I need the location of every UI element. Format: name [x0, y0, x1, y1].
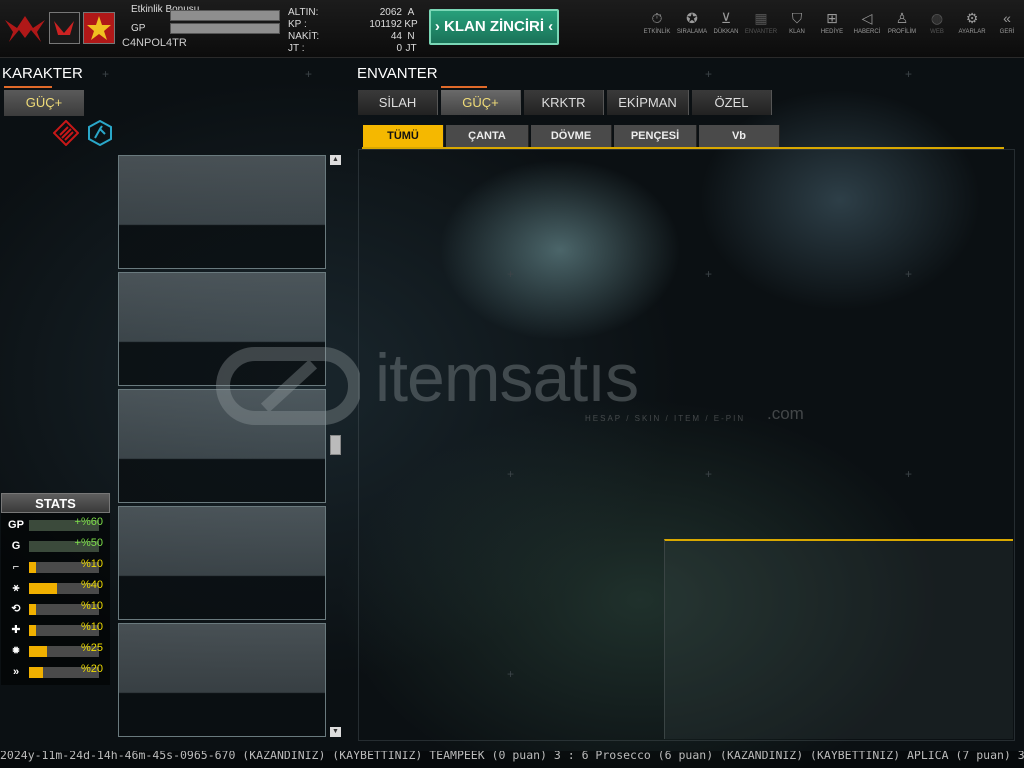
- shield-icon: ⛉: [791, 10, 803, 26]
- tab-power[interactable]: GÜÇ+: [441, 90, 521, 115]
- tab-character[interactable]: KRKTR: [524, 90, 604, 115]
- match-ticker: 2024y-11m-24d-14h-46m-45s-0965-670 (KAZA…: [0, 751, 1024, 768]
- stat-health: ✚ %10: [5, 622, 105, 638]
- game-logo: [3, 12, 47, 44]
- profile-icon: ♙: [895, 10, 909, 26]
- stat-explosive: ✹ %25: [5, 643, 105, 659]
- attack-skill-icon[interactable]: [52, 119, 80, 147]
- nav-profile[interactable]: ♙ PROFİLİM: [885, 10, 919, 44]
- clan-chain-button[interactable]: › KLAN ZİNCİRİ ‹: [429, 9, 559, 45]
- run-icon: ⚹: [12, 582, 20, 594]
- subtab-bag[interactable]: ÇANTA: [446, 125, 529, 147]
- globe-icon: ◍: [930, 10, 944, 26]
- currency-kp: KP :101192 KP: [288, 19, 418, 30]
- currency-gold: ALTIN: 2062 A: [288, 7, 415, 18]
- character-title: KARAKTER: [2, 65, 83, 82]
- watermark-tagline: HESAP / SKIN / ITEM / E-PIN: [585, 414, 746, 423]
- stat-dash: » %20: [5, 664, 105, 680]
- username: C4NPOL4TR: [122, 37, 187, 49]
- grid-cross: +: [905, 67, 913, 81]
- stats-title: STATS: [1, 493, 110, 513]
- speed-icon: »: [12, 666, 20, 678]
- gift-icon: ⊞: [826, 10, 838, 26]
- tab-special[interactable]: ÖZEL: [692, 90, 772, 115]
- tab-weapon[interactable]: SİLAH: [358, 90, 438, 115]
- item-detail-panel: [664, 539, 1013, 739]
- grenade-icon: ✹: [11, 645, 21, 657]
- nav-settings[interactable]: ⚙ AYARLAR: [955, 10, 989, 44]
- watermark-logo-icon: [216, 347, 360, 425]
- gp-label: GP: [131, 23, 146, 34]
- stat-gp-bonus: GP +%60: [8, 516, 103, 531]
- scroll-down-icon[interactable]: ▼: [330, 727, 341, 737]
- tab-equipment[interactable]: EKİPMAN: [607, 90, 689, 115]
- nav-inventory[interactable]: ▦ ENVANTER: [744, 10, 778, 44]
- clan-emblem: [49, 12, 80, 44]
- stat-speed: ⚹ %40: [5, 580, 105, 596]
- reload-icon: ⟲: [11, 603, 21, 615]
- inventory-title-underline: [441, 86, 487, 88]
- watermark-brand: itemsatıs: [375, 340, 639, 416]
- currency-jt: JT :0 JT: [288, 43, 417, 54]
- nav-back[interactable]: «GERİ: [990, 10, 1024, 44]
- rank-star-icon: [83, 12, 115, 44]
- item-slot[interactable]: [118, 155, 326, 269]
- back-icon: «: [1003, 10, 1011, 26]
- subtab-etc[interactable]: Vb: [699, 125, 780, 147]
- nav-messenger[interactable]: ◁ HABERCİ: [850, 10, 884, 44]
- rifle-icon: ⌐: [12, 561, 20, 573]
- character-title-underline: [4, 86, 52, 88]
- nav-ranking[interactable]: ✪ SIRALAMA: [675, 10, 709, 44]
- nav-clan[interactable]: ⛉ KLAN: [780, 10, 814, 44]
- gp-icon: GP: [8, 519, 24, 531]
- cart-icon: ⊻: [720, 10, 732, 26]
- scroll-thumb[interactable]: [330, 435, 341, 455]
- subtab-tattoo[interactable]: DÖVME: [531, 125, 612, 147]
- inventory-title: ENVANTER: [357, 65, 438, 82]
- megaphone-icon: ◁: [861, 10, 873, 26]
- defense-skill-icon[interactable]: [87, 119, 113, 147]
- grid-cross: +: [705, 67, 713, 81]
- watermark: itemsatıs HESAP / SKIN / ITEM / E-PIN .c…: [215, 338, 815, 438]
- stats-panel: STATS GP +%60 G +%50 ⌐ %10 ⚹ %40 ⟲ %10 ✚…: [1, 493, 110, 685]
- stopwatch-icon: ⏱: [651, 10, 663, 26]
- nav-gift[interactable]: ⊞ HEDİYE: [815, 10, 849, 44]
- power-plus-button[interactable]: GÜÇ+: [4, 90, 84, 116]
- grid-cross: +: [305, 67, 313, 81]
- medal-icon: ✪: [686, 10, 698, 26]
- currency-cash: NAKİT: 44 N: [288, 31, 415, 42]
- item-slot[interactable]: [118, 506, 326, 620]
- watermark-suffix: .com: [767, 404, 804, 423]
- inventory-icon: ▦: [754, 10, 768, 26]
- stat-gold-bonus: G +%50: [5, 538, 105, 554]
- subtab-claw[interactable]: PENÇESİ: [614, 125, 697, 147]
- gold-icon: G: [11, 540, 21, 552]
- medkit-icon: ✚: [11, 624, 21, 636]
- item-slot[interactable]: [118, 623, 326, 737]
- gear-icon: ⚙: [965, 10, 979, 26]
- stat-weapon: ⌐ %10: [5, 559, 105, 575]
- top-bar: Etkinlik Bonusu GP C4NPOL4TR ALTIN: 2062 A…: [0, 0, 1024, 58]
- stat-reload: ⟲ %10: [5, 601, 105, 617]
- nav-shop[interactable]: ⊻ DÜKKAN: [709, 10, 743, 44]
- ticker-text: 2024y-11m-24d-14h-46m-45s-0965-670 (KAZA…: [0, 751, 1024, 762]
- scroll-up-icon[interactable]: ▲: [330, 155, 341, 165]
- gp-bar: [170, 23, 280, 34]
- nav-web[interactable]: ◍ WEB: [920, 10, 954, 44]
- event-bonus-bar: [170, 10, 280, 21]
- subtab-all[interactable]: TÜMÜ: [363, 125, 444, 147]
- grid-cross: +: [102, 67, 110, 81]
- slot-scrollbar[interactable]: ▲ ▼: [330, 155, 342, 738]
- nav-event[interactable]: ⏱ ETKİNLİK: [640, 10, 674, 44]
